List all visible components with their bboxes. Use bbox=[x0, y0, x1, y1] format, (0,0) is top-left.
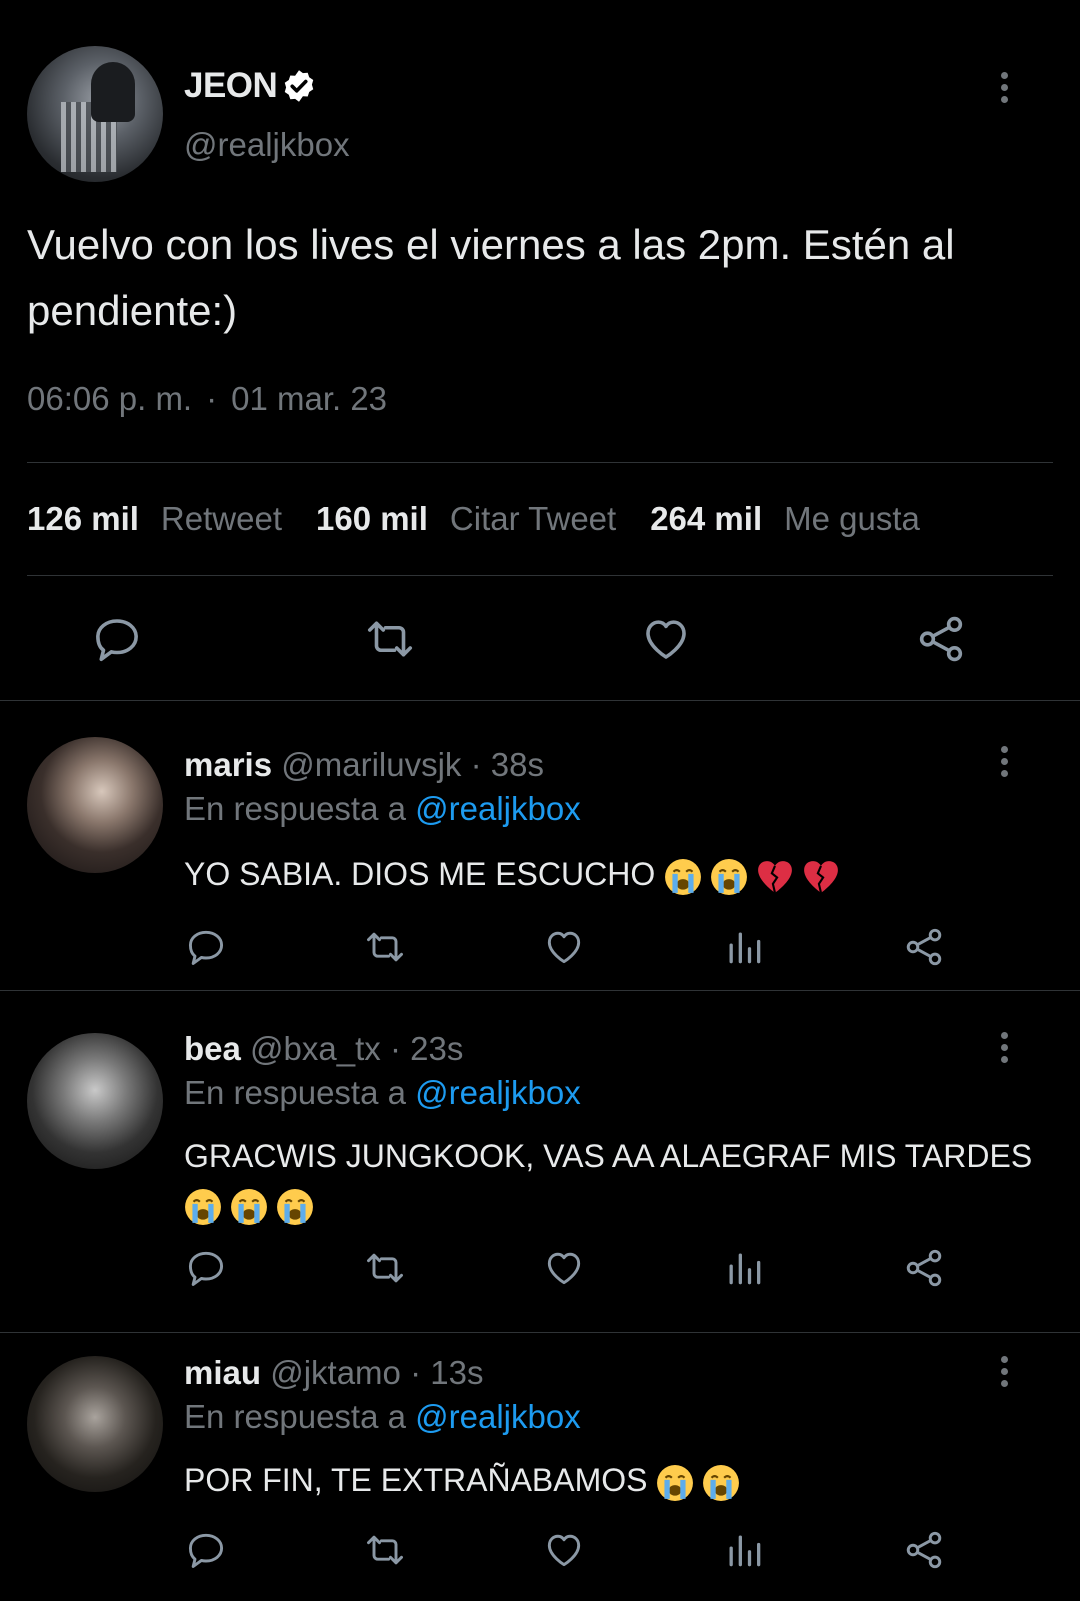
like-icon[interactable] bbox=[542, 925, 586, 969]
retweet-icon[interactable] bbox=[363, 925, 407, 969]
reply-tweet[interactable]: maris @mariluvsjk · 38s En respuesta a @… bbox=[0, 700, 1080, 990]
retweet-icon[interactable] bbox=[363, 1246, 407, 1290]
reply-author-handle[interactable]: @bxa_tx bbox=[250, 1030, 381, 1067]
reply-context: En respuesta a @realjkbox bbox=[184, 1074, 581, 1112]
reply-text-block: YO SABIA. DIOS ME ESCUCHO bbox=[184, 850, 1044, 898]
share-icon[interactable] bbox=[914, 612, 968, 666]
emoji-group bbox=[656, 1464, 740, 1502]
reply-text-block: POR FIN, TE EXTRAÑABAMOS bbox=[184, 1456, 1044, 1504]
loudly-crying-face-icon bbox=[185, 1188, 221, 1225]
more-options-icon[interactable] bbox=[998, 1032, 1010, 1068]
reply-actions bbox=[0, 1528, 1080, 1572]
like-icon[interactable] bbox=[542, 1528, 586, 1572]
reply-icon[interactable] bbox=[184, 925, 228, 969]
reply-text: GRACWIS JUNGKOOK, VAS AA ALAEGRAF MIS TA… bbox=[184, 1138, 1033, 1174]
loudly-crying-face-icon bbox=[277, 1188, 313, 1225]
divider bbox=[27, 575, 1053, 576]
reply-header: bea @bxa_tx · 23s bbox=[184, 1030, 463, 1068]
reply-icon[interactable] bbox=[90, 612, 144, 666]
analytics-icon[interactable] bbox=[722, 925, 766, 969]
avatar[interactable] bbox=[27, 1033, 163, 1169]
reply-author-handle[interactable]: @mariluvsjk bbox=[281, 746, 461, 783]
tweet-time: 06:06 p. m. bbox=[27, 380, 193, 417]
reply-text: POR FIN, TE EXTRAÑABAMOS bbox=[184, 1462, 648, 1498]
tweet-stats: 126 mil Retweet 160 mil Citar Tweet 264 … bbox=[27, 500, 954, 538]
more-options-icon[interactable] bbox=[998, 72, 1010, 108]
reply-prefix: En respuesta a bbox=[184, 1398, 406, 1435]
like-count[interactable]: 264 mil bbox=[650, 500, 762, 538]
more-options-icon[interactable] bbox=[998, 1356, 1010, 1392]
retweet-label[interactable]: Retweet bbox=[161, 500, 282, 538]
avatar[interactable] bbox=[27, 1356, 163, 1492]
avatar[interactable] bbox=[27, 46, 163, 182]
mention-link[interactable]: @realjkbox bbox=[415, 1074, 581, 1111]
tweet-timestamp: 06:06 p. m. · 01 mar. 23 bbox=[27, 380, 387, 418]
reply-icon[interactable] bbox=[184, 1528, 228, 1572]
reply-age: · 23s bbox=[389, 1030, 464, 1067]
reply-header: maris @mariluvsjk · 38s bbox=[184, 746, 544, 784]
reply-author-handle[interactable]: @jktamo bbox=[270, 1354, 401, 1391]
like-label[interactable]: Me gusta bbox=[784, 500, 920, 538]
author-name[interactable]: JEON bbox=[184, 66, 278, 106]
main-tweet-header: JEON @realjkbox bbox=[27, 46, 1057, 182]
reply-age: · 38s bbox=[470, 746, 544, 783]
reply-context: En respuesta a @realjkbox bbox=[184, 1398, 581, 1436]
loudly-crying-face-icon bbox=[665, 858, 702, 895]
reply-age: · 13s bbox=[410, 1354, 484, 1391]
share-icon[interactable] bbox=[902, 1528, 946, 1572]
reply-header: miau @jktamo · 13s bbox=[184, 1354, 483, 1392]
quote-label[interactable]: Citar Tweet bbox=[450, 500, 616, 538]
reply-actions bbox=[0, 1246, 1080, 1290]
loudly-crying-face-icon bbox=[711, 858, 748, 895]
like-icon[interactable] bbox=[639, 612, 693, 666]
reply-author-name[interactable]: miau bbox=[184, 1354, 261, 1391]
loudly-crying-face-icon bbox=[703, 1464, 740, 1501]
reply-author-name[interactable]: bea bbox=[184, 1030, 241, 1067]
broken-heart-icon bbox=[758, 860, 792, 893]
share-icon[interactable] bbox=[902, 925, 946, 969]
like-icon[interactable] bbox=[542, 1246, 586, 1290]
analytics-icon[interactable] bbox=[722, 1528, 766, 1572]
reply-author-name[interactable]: maris bbox=[184, 746, 272, 783]
retweet-icon[interactable] bbox=[363, 612, 417, 666]
broken-heart-icon bbox=[804, 860, 838, 893]
quote-count[interactable]: 160 mil bbox=[316, 500, 428, 538]
loudly-crying-face-icon bbox=[657, 1464, 694, 1501]
divider bbox=[27, 462, 1053, 463]
more-options-icon[interactable] bbox=[998, 746, 1010, 782]
author-handle[interactable]: @realjkbox bbox=[184, 126, 350, 164]
reply-tweet[interactable]: miau @jktamo · 13s En respuesta a @realj… bbox=[0, 1332, 1080, 1601]
retweet-icon[interactable] bbox=[363, 1528, 407, 1572]
reply-prefix: En respuesta a bbox=[184, 1074, 406, 1111]
mention-link[interactable]: @realjkbox bbox=[415, 790, 581, 827]
reply-context: En respuesta a @realjkbox bbox=[184, 790, 581, 828]
emoji-group bbox=[184, 1188, 314, 1226]
separator-dot: · bbox=[206, 380, 218, 417]
reply-icon[interactable] bbox=[184, 1246, 228, 1290]
mention-link[interactable]: @realjkbox bbox=[415, 1398, 581, 1435]
emoji-group bbox=[664, 858, 840, 896]
reply-prefix: En respuesta a bbox=[184, 790, 406, 827]
loudly-crying-face-icon bbox=[231, 1188, 267, 1225]
avatar[interactable] bbox=[27, 737, 163, 873]
reply-tweet[interactable]: bea @bxa_tx · 23s En respuesta a @realjk… bbox=[0, 990, 1080, 1332]
tweet-date: 01 mar. 23 bbox=[231, 380, 388, 417]
reply-actions bbox=[0, 925, 1080, 969]
tweet-detail-page: JEON @realjkbox Vuelvo con los lives el … bbox=[0, 0, 1080, 1601]
verified-badge-icon bbox=[285, 70, 314, 102]
reply-text: YO SABIA. DIOS ME ESCUCHO bbox=[184, 856, 656, 892]
main-tweet-actions bbox=[0, 612, 1080, 666]
reply-text-block: GRACWIS JUNGKOOK, VAS AA ALAEGRAF MIS TA… bbox=[184, 1132, 1044, 1228]
author-name-row: JEON bbox=[184, 66, 317, 106]
tweet-text: Vuelvo con los lives el viernes a las 2p… bbox=[27, 221, 955, 334]
analytics-icon[interactable] bbox=[722, 1246, 766, 1290]
share-icon[interactable] bbox=[902, 1246, 946, 1290]
retweet-count[interactable]: 126 mil bbox=[27, 500, 139, 538]
